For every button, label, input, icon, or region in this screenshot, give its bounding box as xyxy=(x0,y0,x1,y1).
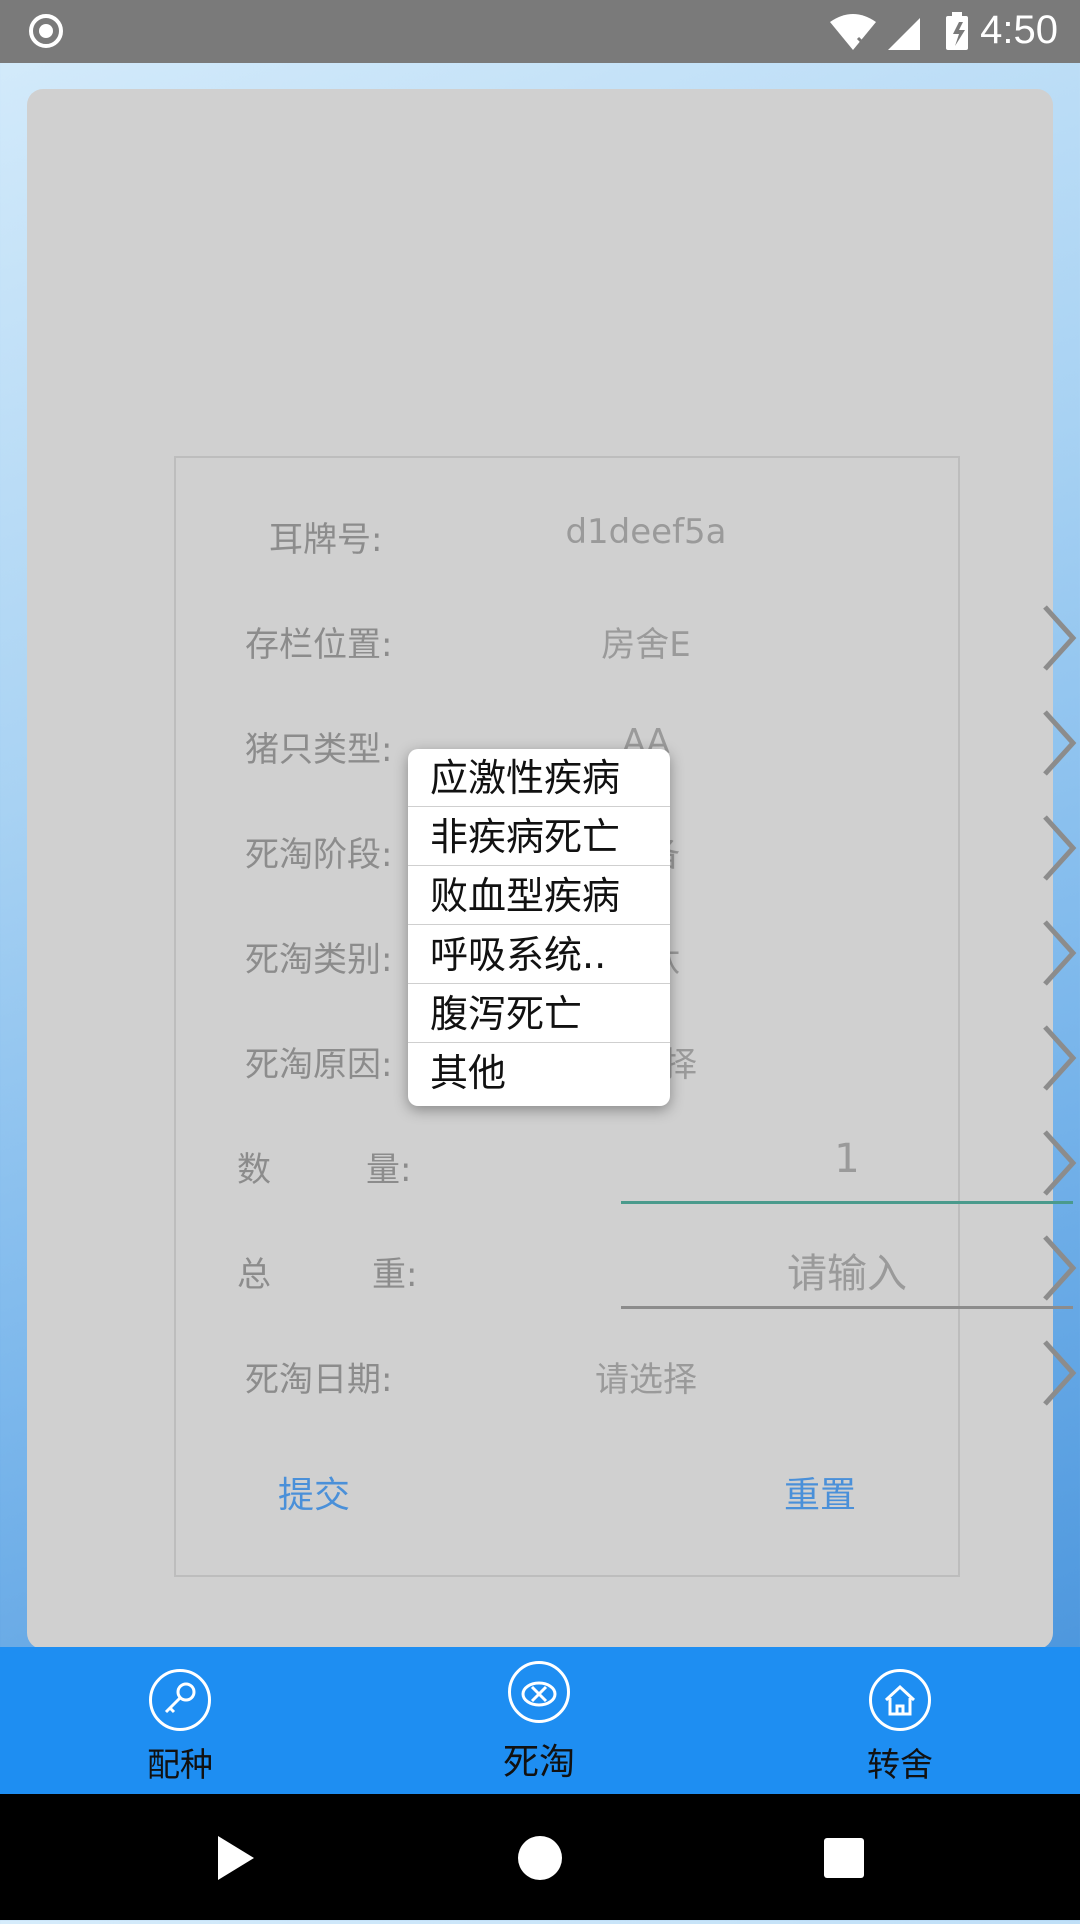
chevron-right-icon[interactable] xyxy=(1039,1233,1079,1303)
value-cull-date: 请选择 xyxy=(595,1360,697,1400)
chevron-right-icon[interactable] xyxy=(1039,813,1079,883)
chevron-right-icon[interactable] xyxy=(1039,918,1079,988)
label-quantity-a: 数 xyxy=(237,1150,271,1190)
label-cull-reason: 死淘原因: xyxy=(245,1045,393,1085)
dropdown-option[interactable]: 败血型疾病 xyxy=(408,867,670,925)
tab-transfer[interactable]: 转舍 xyxy=(820,1647,980,1794)
label-cull-date: 死淘日期: xyxy=(245,1360,393,1400)
cull-reason-dropdown: 应激性疾病 非疾病死亡 败血型疾病 呼吸系统.. 腹泻死亡 其他 xyxy=(408,749,670,1106)
notification-dot-icon xyxy=(29,14,63,48)
wifi-icon xyxy=(830,14,876,50)
back-icon[interactable] xyxy=(218,1836,254,1880)
dropdown-option[interactable]: 呼吸系统.. xyxy=(408,926,670,984)
label-cull-category: 死淘类别: xyxy=(245,940,393,980)
label-cull-stage: 死淘阶段: xyxy=(245,835,393,875)
row-location[interactable]: 存栏位置: 房舍E xyxy=(176,603,1077,673)
home-icon[interactable] xyxy=(518,1836,562,1880)
house-transfer-icon xyxy=(869,1669,931,1731)
label-weight-a: 总 xyxy=(237,1255,271,1295)
label-ear-tag: 耳牌号: xyxy=(269,520,383,560)
label-pig-type: 猪只类型: xyxy=(245,730,393,770)
breeding-icon xyxy=(149,1669,211,1731)
row-cull-date[interactable]: 死淘日期: 请选择 xyxy=(176,1338,1077,1408)
status-bar: 4:50 xyxy=(0,0,1080,63)
dropdown-option[interactable]: 应激性疾病 xyxy=(408,749,670,807)
dropdown-option[interactable]: 非疾病死亡 xyxy=(408,808,670,866)
chevron-right-icon[interactable] xyxy=(1039,1128,1079,1198)
signal-icon xyxy=(888,18,920,50)
value-location: 房舍E xyxy=(601,625,691,665)
label-location: 存栏位置: xyxy=(245,625,393,665)
value-ear-tag: d1deef5a xyxy=(565,512,727,552)
recents-icon[interactable] xyxy=(824,1838,864,1878)
system-nav-bar xyxy=(0,1794,1080,1920)
dropdown-option[interactable]: 腹泻死亡 xyxy=(408,985,670,1043)
reset-button[interactable]: 重置 xyxy=(784,1466,856,1518)
chevron-right-icon[interactable] xyxy=(1039,603,1079,673)
label-weight-b: 重: xyxy=(372,1255,418,1295)
status-icons xyxy=(830,12,968,50)
chevron-right-icon[interactable] xyxy=(1039,1338,1079,1408)
tab-cull[interactable]: 死淘 xyxy=(459,1647,619,1794)
clock: 4:50 xyxy=(980,8,1058,52)
tab-breeding[interactable]: 配种 xyxy=(100,1647,260,1794)
row-ear-tag: 耳牌号: d1deef5a xyxy=(176,498,958,568)
row-total-weight: 总 重: 请输入 xyxy=(176,1233,1077,1309)
dropdown-option[interactable]: 其他 xyxy=(408,1044,670,1102)
quantity-underline xyxy=(621,1201,1073,1204)
chevron-right-icon[interactable] xyxy=(1039,1023,1079,1093)
bottom-tab-bar: 配种 死淘 转舍 xyxy=(0,1647,1080,1794)
pig-cull-icon xyxy=(508,1661,570,1723)
row-quantity: 数 量: 1 xyxy=(176,1128,1077,1204)
submit-button[interactable]: 提交 xyxy=(278,1466,350,1518)
tab-transfer-label: 转舍 xyxy=(867,1745,933,1784)
weight-input[interactable]: 请输入 xyxy=(621,1241,1073,1299)
quantity-input[interactable]: 1 xyxy=(621,1136,1073,1182)
label-quantity-b: 量: xyxy=(366,1150,412,1190)
weight-underline xyxy=(621,1306,1073,1309)
tab-breeding-label: 配种 xyxy=(147,1745,213,1784)
tab-cull-label: 死淘 xyxy=(502,1742,575,1783)
chevron-right-icon[interactable] xyxy=(1039,708,1079,778)
